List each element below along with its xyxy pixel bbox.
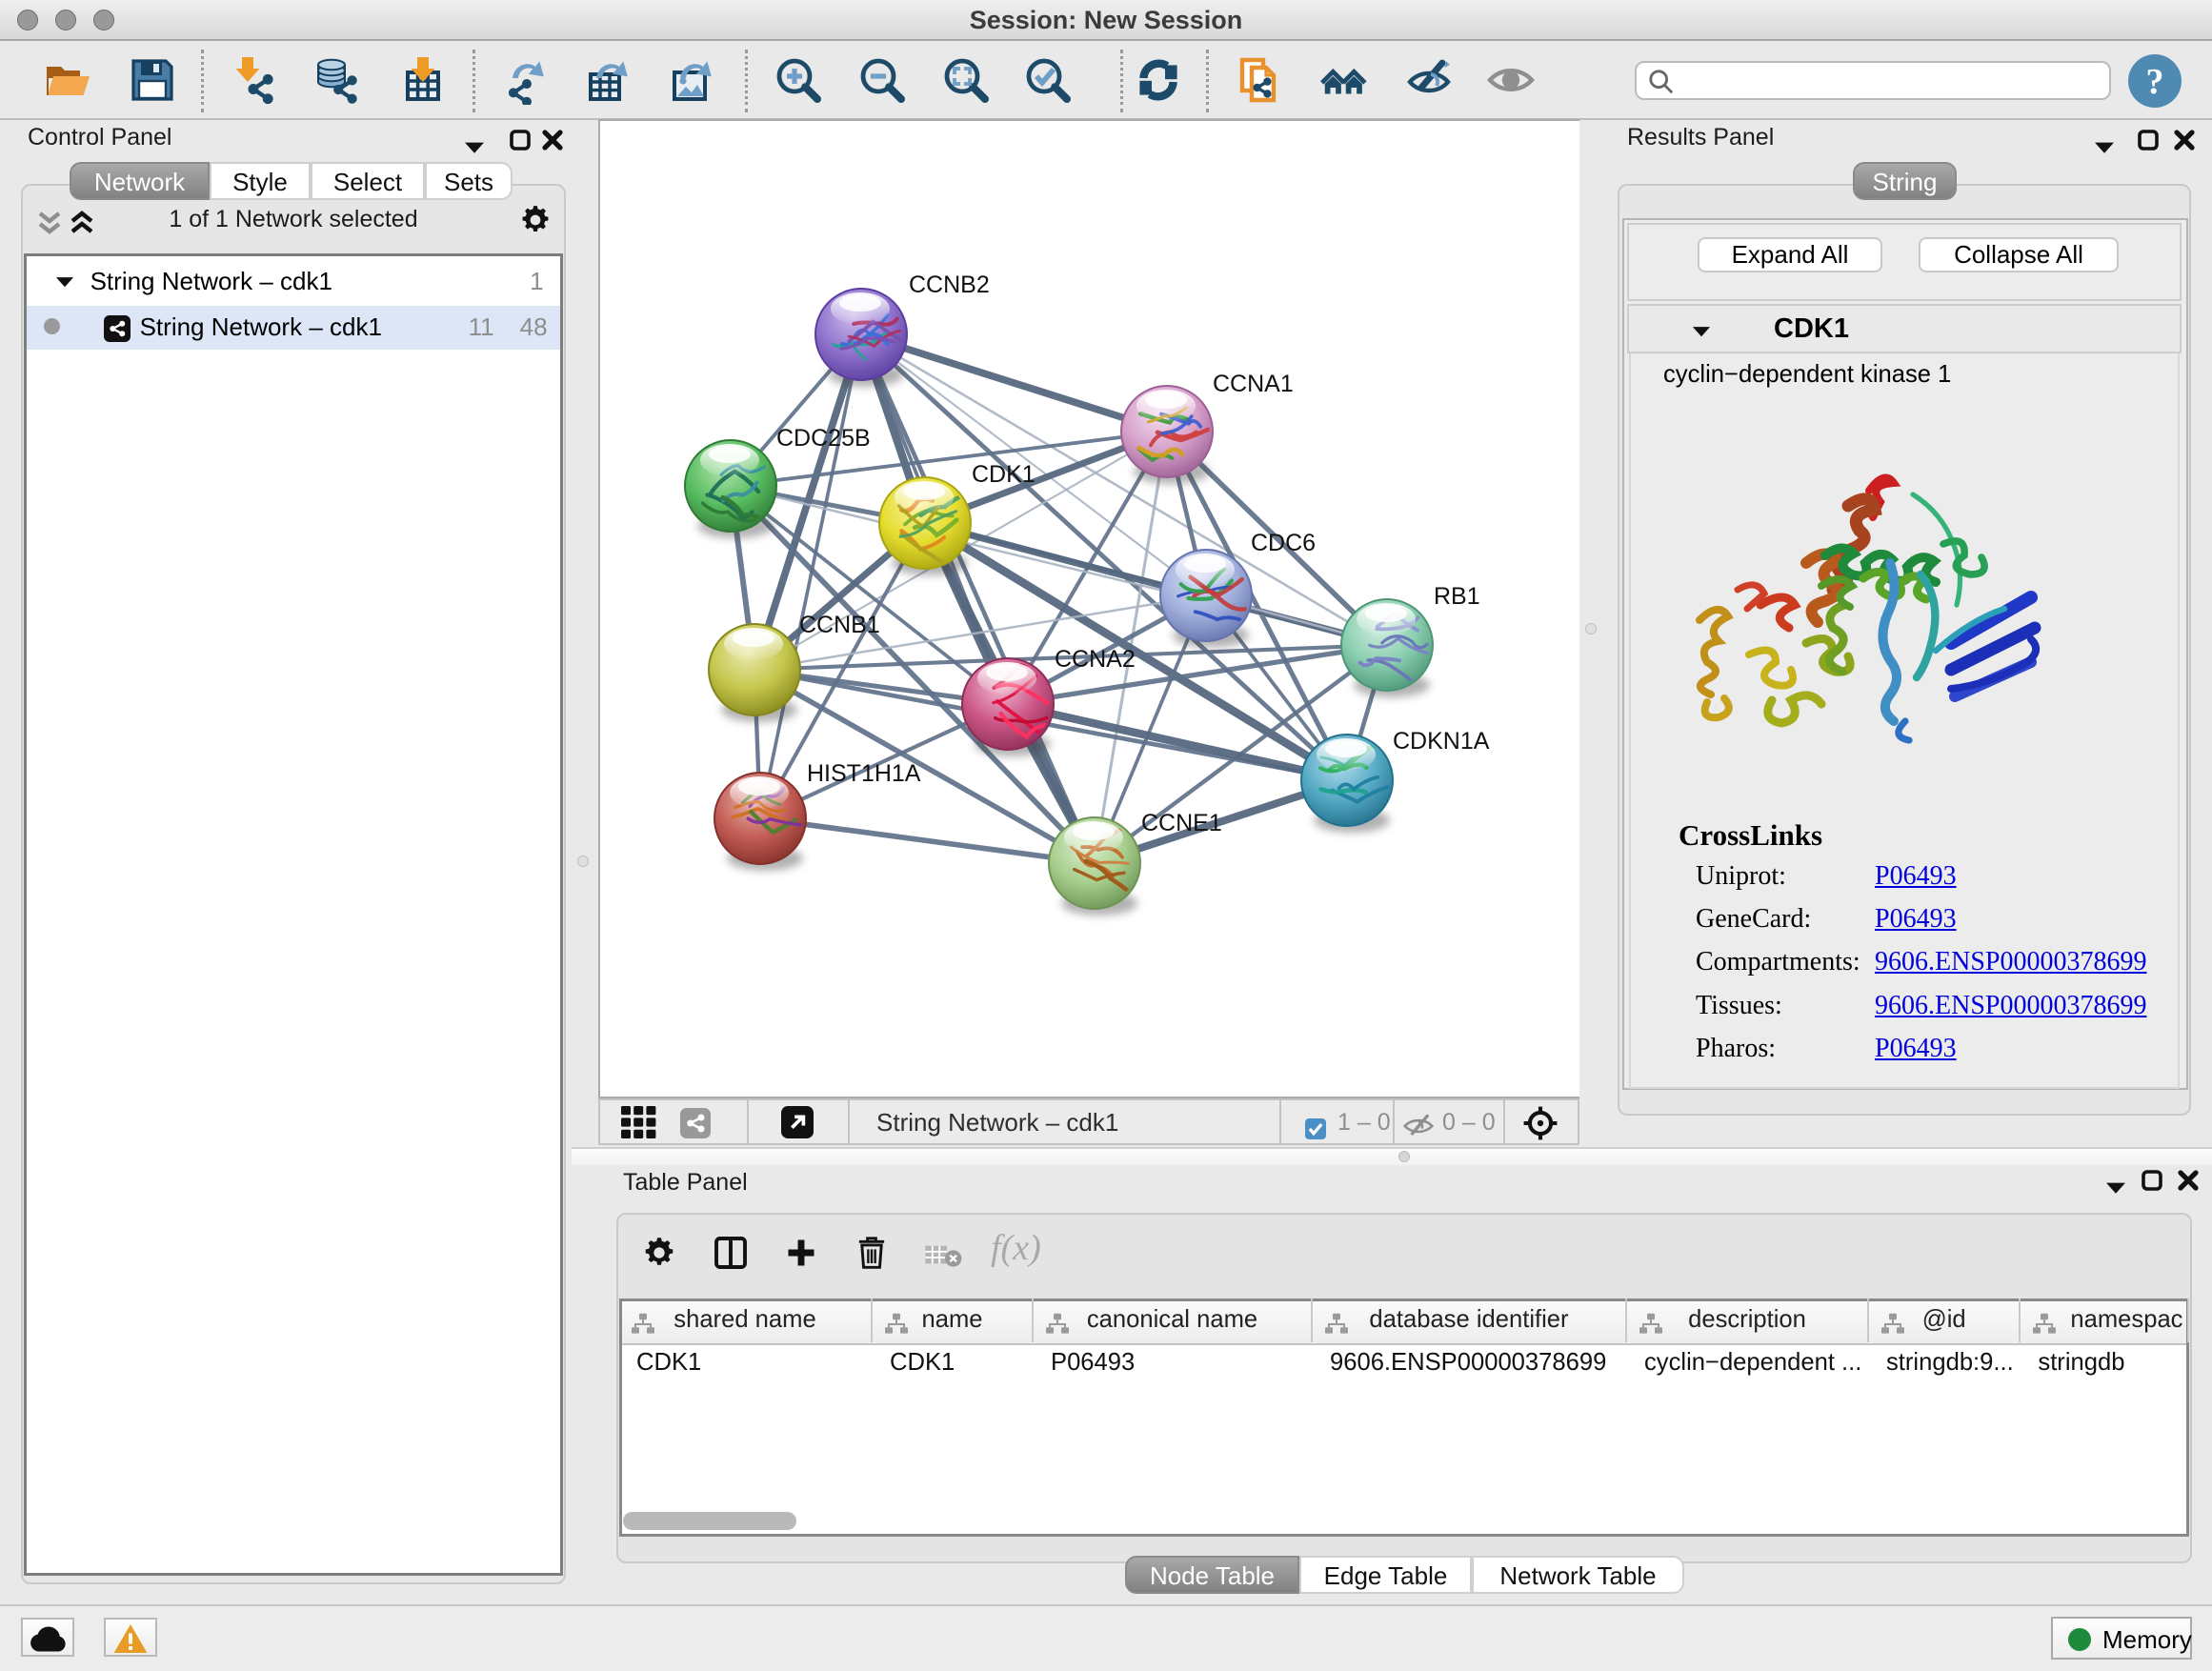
svg-text:?: ?	[2146, 62, 2164, 102]
svg-text:CCNB2: CCNB2	[909, 272, 990, 298]
svg-text:CCNB1: CCNB1	[799, 612, 880, 638]
svg-text:CDKN1A: CDKN1A	[1393, 728, 1490, 755]
svg-text:HIST1H1A: HIST1H1A	[807, 760, 921, 787]
svg-text:CDK1: CDK1	[972, 461, 1036, 488]
svg-text:CCNA2: CCNA2	[1055, 646, 1136, 673]
svg-text:RB1: RB1	[1434, 583, 1480, 610]
svg-text:CDC25B: CDC25B	[776, 425, 871, 452]
svg-text:CDC6: CDC6	[1251, 530, 1316, 556]
svg-text:CCNA1: CCNA1	[1213, 371, 1294, 397]
svg-text:CCNE1: CCNE1	[1141, 810, 1222, 836]
